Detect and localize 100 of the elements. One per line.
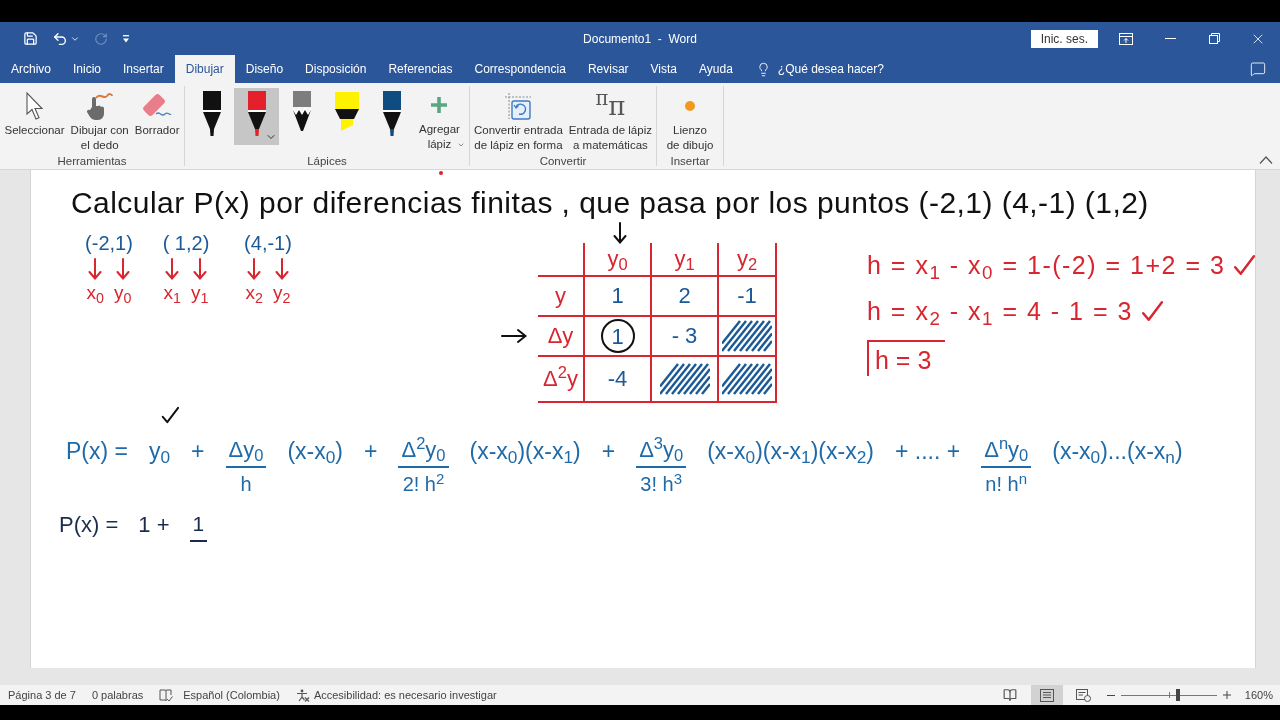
language: Español (Colombia) [183, 687, 280, 703]
ribbon-tab[interactable]: Archivo [0, 55, 62, 83]
add-pen-button[interactable]: Agregar lápiz [416, 88, 463, 154]
zoom-level: 160% [1244, 687, 1273, 703]
ribbon-tab[interactable]: Dibujar [174, 55, 235, 83]
down-arrow-icon [613, 222, 627, 244]
ribbon-tab[interactable]: Revisar [576, 55, 640, 83]
down-arrow-icon [88, 258, 103, 280]
plus-icon [1222, 691, 1231, 699]
ink-to-math-button[interactable]: $^{π}$π Entrada de lápiz a matemáticas [565, 86, 655, 154]
sign-in-button[interactable]: Inic. ses. [1030, 29, 1098, 48]
minimize-icon [1164, 38, 1176, 39]
group-label: Convertir [538, 154, 588, 168]
formula-term: (x-x$_{0}$)(x-x$_{1}$) [469, 437, 581, 466]
x-label: x$_{1}$ [163, 281, 181, 306]
accessibility-status: Accesibilidad: es necesario investigar [313, 687, 497, 703]
ribbon-tab[interactable]: Diseño [234, 55, 295, 83]
row-header: Δ$^{2}$y [543, 366, 578, 391]
down-arrow-icon [115, 258, 130, 280]
down-arrow-icon [274, 258, 289, 280]
eraser-button[interactable]: Borrador [131, 86, 183, 154]
ribbon-tab[interactable]: Insertar [112, 55, 175, 83]
circled-value: 1 [600, 319, 635, 353]
collapse-ribbon-button[interactable] [1258, 155, 1274, 165]
handwritten-heading: Calcular P(x) por diferencias finitas , que pasa por los puntos (-2,1) (4,-1) (1,2) [71, 185, 1149, 221]
ribbon-tab[interactable]: Inicio [62, 55, 113, 83]
proofing-icon [159, 688, 174, 702]
hatching-icon [722, 320, 772, 352]
down-arrow-icon [192, 258, 207, 280]
row-header: Δy [547, 323, 574, 348]
formula-term: + [191, 437, 205, 466]
ribbon-tab[interactable]: Correspondencia [463, 55, 577, 83]
zoom-slider[interactable] [1120, 689, 1217, 701]
fraction-numerator: Δy$_{0}$ [225, 436, 267, 468]
zoom-slider-thumb[interactable] [1176, 689, 1181, 701]
pen-icon [380, 91, 403, 137]
column-header: y$_{2}$ [736, 246, 758, 271]
formula-term: 1 + [138, 511, 170, 539]
fraction-numerator: Δ$^{3}$y$_{0}$ [636, 436, 687, 468]
fraction-denominator: 3! h$^{3}$ [640, 471, 682, 497]
plus-icon [430, 96, 449, 114]
shape-convert-icon [504, 92, 533, 120]
ribbon-tab[interactable]: Vista [639, 55, 689, 83]
point-coordinates: (-2,1) [85, 231, 133, 256]
formula-term: (x-x$_{0}$)(x-x$_{1}$)(x-x$_{2}$) [707, 437, 874, 466]
table-cell-value: 2 [678, 282, 691, 310]
ribbon-tab[interactable]: Disposición [294, 55, 378, 83]
pi-symbols: $^{π}$π [595, 91, 626, 121]
group-label: Herramientas [56, 154, 128, 168]
y-label: y$_{2}$ [273, 281, 291, 306]
formula-term: P(x) = [66, 437, 128, 466]
x-label: x$_{0}$ [86, 281, 104, 306]
point-coordinates: (4,-1) [244, 231, 292, 256]
read-mode-icon [1002, 688, 1017, 702]
select-tool-button[interactable]: Seleccionar [1, 86, 68, 154]
hatching-icon [722, 363, 772, 395]
accessibility-icon [295, 688, 310, 702]
view-mode-button[interactable] [1030, 685, 1063, 705]
pencil-icon [290, 91, 313, 131]
table-cell-value: -1 [737, 282, 757, 310]
fraction-numerator: 1 [189, 510, 208, 542]
highlighter-icon [333, 91, 360, 132]
finger-draw-button[interactable]: Dibujar con el dedo [67, 86, 132, 154]
ribbon-tab[interactable]: Referencias [377, 55, 464, 83]
table-cell-value: 1 [611, 282, 624, 310]
tell-me-button[interactable]: ¿Qué desea hacer? [743, 55, 884, 83]
hatching-icon [659, 363, 710, 395]
group-label: Insertar [669, 154, 711, 168]
caret-icon [456, 141, 465, 149]
table-cell-value: -4 [607, 365, 628, 393]
y-label: y$_{0}$ [114, 281, 132, 306]
point-coordinates: ( 1,2) [162, 231, 210, 256]
calculation-line: h = x$_{1}$ - x$_{0}$ = 1-(-2) = 1+2 = 3 [867, 250, 1226, 282]
formula-term: + [364, 437, 378, 466]
fraction-denominator: n! h$^{n}$ [985, 471, 1028, 497]
window-title: Documento1 - Word [583, 30, 697, 48]
pen-button[interactable] [234, 88, 280, 145]
down-arrow-icon [247, 258, 262, 280]
down-arrow-icon [165, 258, 180, 280]
word-count: 0 palabras [91, 687, 144, 703]
fraction-denominator: h [240, 472, 252, 497]
check-icon [161, 406, 179, 424]
ink-to-shape-button[interactable]: Convertir entrada de lápiz en forma [471, 86, 566, 154]
print-layout-icon [1039, 688, 1054, 702]
finger-drawing-icon [85, 91, 114, 121]
formula-term: + [601, 437, 616, 466]
zoom-in-button[interactable] [1220, 688, 1233, 702]
drawing-canvas-button[interactable]: Lienzo de dibujo [663, 86, 717, 154]
ribbon-display-icon [1119, 32, 1133, 45]
minus-icon [1106, 694, 1115, 696]
x-label: x$_{2}$ [245, 281, 263, 306]
calculation-line: h = x$_{2}$ - x$_{1}$ = 4 - 1 = 3 [867, 296, 1133, 328]
chevron-up-icon [1259, 156, 1273, 164]
column-header: y$_{1}$ [674, 246, 695, 271]
page-count: Página 3 de 7 [8, 687, 76, 703]
y-label: y$_{1}$ [191, 281, 209, 306]
restore-icon [1208, 33, 1220, 44]
cursor-arrow-icon [24, 92, 45, 120]
ribbon-tab[interactable]: Ayuda [688, 55, 744, 83]
fraction-numerator: Δ$^{2}$y$_{0}$ [398, 436, 449, 468]
